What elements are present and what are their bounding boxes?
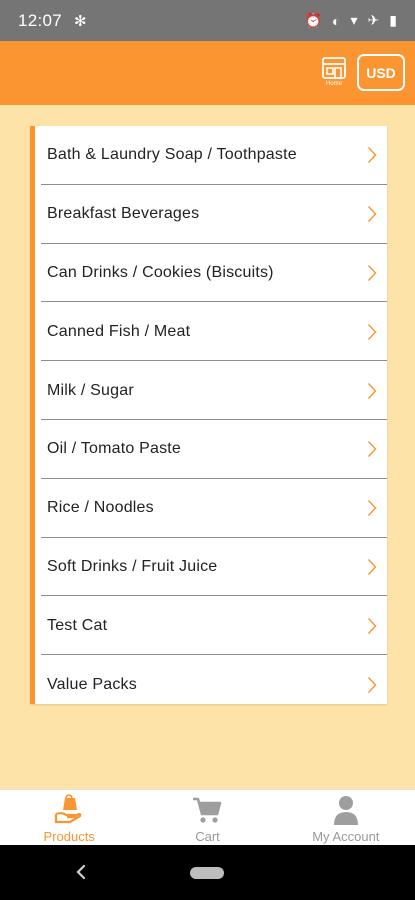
back-icon[interactable] bbox=[73, 862, 89, 882]
status-bar: 12:07 ✻ ⏰ ◐ ▾ ✈ ▮ bbox=[0, 0, 415, 41]
content-area: Bath & Laundry Soap / Toothpaste Breakfas… bbox=[0, 105, 415, 789]
battery-icon: ▮ bbox=[389, 12, 397, 28]
chevron-right-icon bbox=[367, 558, 377, 575]
category-label: Rice / Noodles bbox=[47, 499, 154, 517]
airplane-icon: ✈ bbox=[367, 12, 380, 28]
cart-icon bbox=[193, 797, 222, 823]
system-nav-bar bbox=[0, 845, 415, 900]
bottom-nav: Products Cart My Account bbox=[0, 789, 415, 845]
nav-products[interactable]: Products bbox=[0, 790, 138, 845]
app-bar: Home USD bbox=[0, 41, 415, 105]
category-label: Canned Fish / Meat bbox=[47, 322, 191, 340]
category-item[interactable]: Bath & Laundry Soap / Toothpaste bbox=[35, 126, 387, 185]
hand-bag-icon bbox=[55, 794, 82, 824]
wifi-icon: ▾ bbox=[350, 12, 358, 28]
category-item[interactable]: Soft Drinks / Fruit Juice bbox=[35, 538, 387, 597]
nav-account[interactable]: My Account bbox=[277, 790, 415, 845]
category-label: Oil / Tomato Paste bbox=[47, 440, 182, 458]
person-icon bbox=[333, 796, 358, 825]
currency-button[interactable]: USD bbox=[357, 54, 405, 91]
category-label: Bath & Laundry Soap / Toothpaste bbox=[47, 146, 297, 164]
chevron-right-icon bbox=[367, 617, 377, 634]
category-label: Soft Drinks / Fruit Juice bbox=[47, 557, 218, 575]
fan-icon: ✻ bbox=[74, 12, 87, 30]
nav-cart-label: Cart bbox=[195, 829, 220, 844]
category-item[interactable]: Value Packs bbox=[35, 655, 387, 704]
category-item[interactable]: Milk / Sugar bbox=[35, 361, 387, 420]
category-label: Milk / Sugar bbox=[47, 381, 134, 399]
home-button[interactable]: Home bbox=[320, 56, 348, 90]
chevron-right-icon bbox=[367, 147, 377, 164]
status-time: 12:07 bbox=[18, 10, 63, 30]
chevron-right-icon bbox=[367, 500, 377, 517]
category-list: Bath & Laundry Soap / Toothpaste Breakfas… bbox=[30, 126, 387, 704]
category-item[interactable]: Test Cat bbox=[35, 596, 387, 655]
category-label: Test Cat bbox=[47, 616, 108, 634]
chevron-right-icon bbox=[367, 206, 377, 223]
category-item[interactable]: Rice / Noodles bbox=[35, 479, 387, 538]
chevron-right-icon bbox=[367, 441, 377, 458]
category-label: Value Packs bbox=[47, 675, 137, 693]
chevron-right-icon bbox=[367, 323, 377, 340]
chevron-right-icon bbox=[367, 382, 377, 399]
store-icon bbox=[322, 57, 346, 79]
data-saver-icon: ◐ bbox=[332, 12, 341, 29]
home-label: Home bbox=[325, 81, 342, 87]
nav-products-label: Products bbox=[43, 829, 95, 844]
nav-cart[interactable]: Cart bbox=[138, 790, 276, 845]
category-item[interactable]: Can Drinks / Cookies (Biscuits) bbox=[35, 244, 387, 303]
category-item[interactable]: Canned Fish / Meat bbox=[35, 302, 387, 361]
alarm-icon: ⏰ bbox=[304, 12, 323, 28]
status-icons: ⏰ ◐ ▾ ✈ ▮ bbox=[305, 12, 397, 29]
category-item[interactable]: Breakfast Beverages bbox=[35, 185, 387, 244]
home-gesture-pill[interactable] bbox=[190, 867, 224, 879]
category-item[interactable]: Oil / Tomato Paste bbox=[35, 420, 387, 479]
nav-account-label: My Account bbox=[312, 829, 380, 844]
category-label: Can Drinks / Cookies (Biscuits) bbox=[47, 263, 274, 281]
chevron-right-icon bbox=[367, 265, 377, 281]
chevron-right-icon bbox=[367, 676, 377, 693]
category-label: Breakfast Beverages bbox=[47, 205, 200, 223]
